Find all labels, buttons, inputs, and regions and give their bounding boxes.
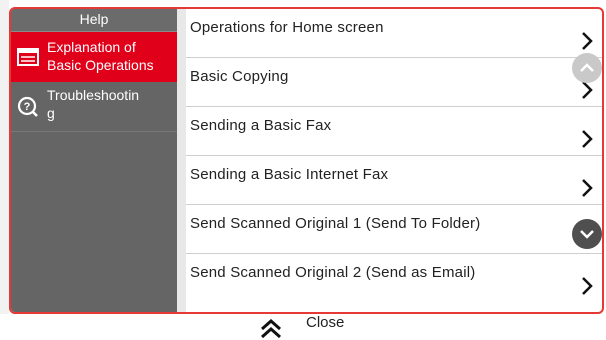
sidebar-item-troubleshooting[interactable]: ? Troubleshootin g (11, 82, 177, 132)
help-topic-list: Operations for Home screen Basic Copying… (186, 9, 602, 312)
screen-left-edge (0, 0, 9, 340)
list-item-label: Send Scanned Original 1 (Send To Folder) (190, 215, 481, 232)
help-panel: Help Explanation of Basic Operations ? T… (9, 7, 604, 314)
footer-bar: Close (0, 314, 606, 340)
list-item[interactable]: Send Scanned Original 2 (Send as Email) (186, 254, 602, 303)
chevron-right-icon (582, 32, 593, 50)
chevron-right-icon (582, 277, 593, 295)
sidebar-divider (177, 9, 186, 312)
close-label: Close (306, 314, 345, 331)
svg-text:?: ? (24, 101, 31, 113)
help-sidebar: Help Explanation of Basic Operations ? T… (11, 9, 177, 312)
sidebar-item-label: Troubleshootin g (47, 87, 140, 121)
book-icon (17, 46, 39, 68)
close-button[interactable]: Close (254, 314, 374, 340)
list-item-label: Basic Copying (190, 68, 289, 85)
list-item-label: Send Scanned Original 2 (Send as Email) (190, 264, 476, 281)
scroll-up-button[interactable] (572, 53, 602, 83)
list-item-label: Sending a Basic Fax (190, 117, 332, 134)
scroll-down-button[interactable] (572, 219, 602, 249)
chevron-right-icon (582, 81, 593, 99)
question-icon: ? (17, 96, 39, 118)
list-item[interactable]: Sending a Basic Fax (186, 107, 602, 156)
list-item-label: Operations for Home screen (190, 19, 384, 36)
list-item[interactable]: Operations for Home screen (186, 9, 602, 58)
list-item[interactable]: Send Scanned Original 1 (Send To Folder) (186, 205, 602, 254)
sidebar-item-basic-operations[interactable]: Explanation of Basic Operations (11, 32, 177, 82)
chevron-right-icon (582, 130, 593, 148)
chevron-right-icon (582, 179, 593, 197)
list-item[interactable]: Sending a Basic Internet Fax (186, 156, 602, 205)
list-item[interactable]: Basic Copying (186, 58, 602, 107)
list-item-label: Sending a Basic Internet Fax (190, 166, 389, 183)
sidebar-item-label: Explanation of Basic Operations (47, 39, 154, 73)
chevron-up-icon (580, 63, 594, 72)
help-title: Help (11, 9, 177, 32)
double-chevron-up-icon (261, 319, 281, 339)
chevron-down-icon (580, 230, 594, 239)
